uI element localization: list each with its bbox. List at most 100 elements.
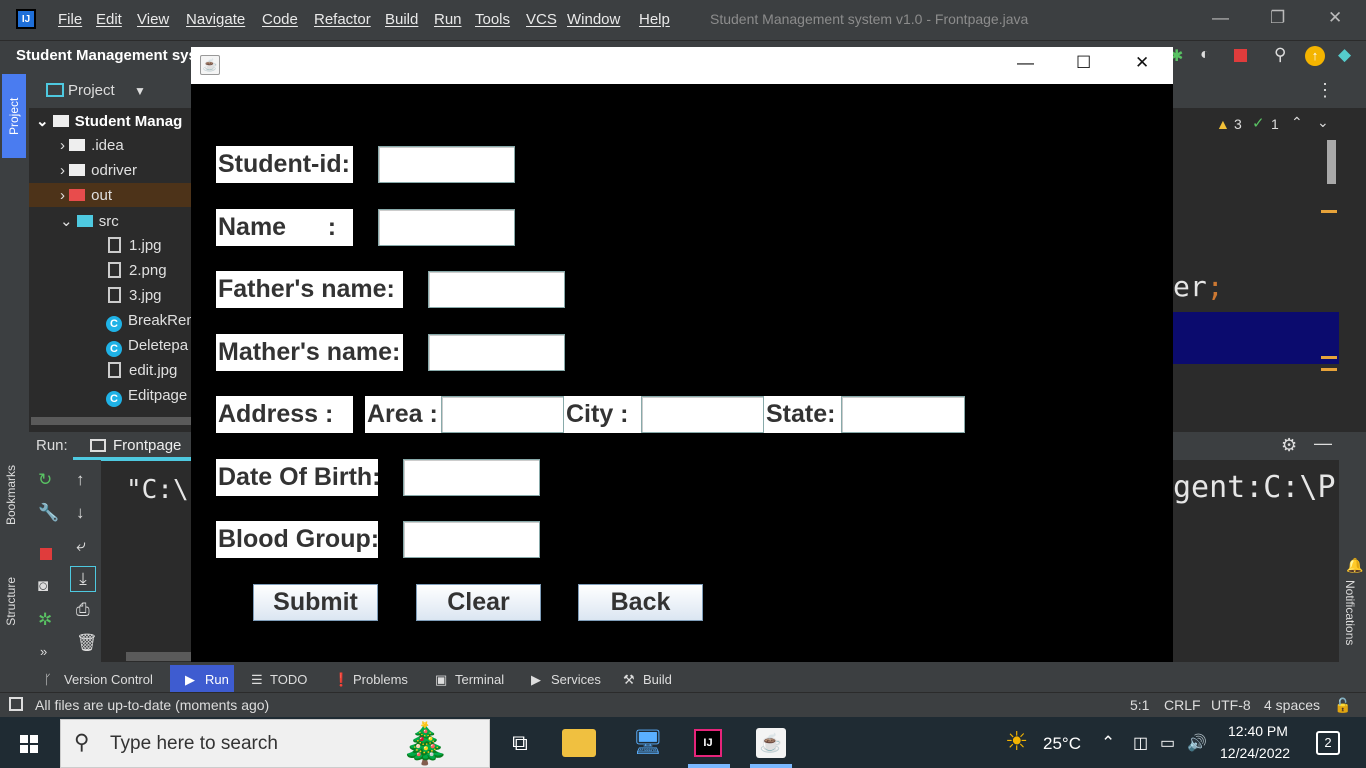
- tool-build[interactable]: Build: [643, 672, 672, 687]
- notification-center-icon[interactable]: 2: [1316, 731, 1340, 755]
- jetbrains-logo-icon[interactable]: ◆: [1338, 45, 1351, 65]
- chevron-up-icon[interactable]: ⌃: [1291, 114, 1303, 131]
- menu-code[interactable]: Code: [262, 11, 298, 28]
- side-tab-structure[interactable]: Structure: [4, 577, 18, 626]
- tree-file-editjpg[interactable]: edit.jpg: [108, 362, 177, 379]
- ide-restore-icon[interactable]: ❐: [1270, 8, 1285, 28]
- soft-wrap-icon[interactable]: ⤶: [76, 536, 86, 556]
- clear-button[interactable]: Clear: [416, 584, 541, 621]
- city-field[interactable]: [641, 396, 764, 433]
- file-encoding[interactable]: UTF-8: [1211, 697, 1251, 713]
- wrench-icon[interactable]: 🔧: [38, 503, 59, 523]
- side-tab-notifications[interactable]: Notifications: [1343, 580, 1357, 645]
- menu-edit[interactable]: Edit: [96, 11, 122, 28]
- line-separator[interactable]: CRLF: [1164, 697, 1201, 713]
- blood-group-field[interactable]: [403, 521, 540, 558]
- camera-icon[interactable]: ◙: [38, 576, 48, 596]
- menu-run[interactable]: Run: [434, 11, 462, 28]
- menu-refactor[interactable]: Refactor: [314, 11, 371, 28]
- windows-start-icon[interactable]: [12, 727, 42, 757]
- side-tab-bookmarks[interactable]: Bookmarks: [4, 465, 18, 525]
- tree-file-3jpg[interactable]: 3.jpg: [108, 287, 162, 304]
- java-taskbar-icon[interactable]: ☕: [756, 728, 786, 758]
- menu-vcs[interactable]: VCS: [526, 11, 557, 28]
- tree-class-deletepa[interactable]: C Deletepa: [106, 337, 188, 357]
- project-panel-label[interactable]: Project: [68, 82, 115, 99]
- tool-terminal[interactable]: Terminal: [455, 672, 504, 687]
- tool-todo[interactable]: TODO: [270, 672, 307, 687]
- swing-minimize-icon[interactable]: —: [1017, 53, 1034, 73]
- tree-out[interactable]: › out: [60, 187, 112, 204]
- rerun-icon[interactable]: ↻: [38, 470, 52, 490]
- project-breadcrumb[interactable]: Student Management sys: [16, 47, 197, 64]
- editor-scrollbar[interactable]: [1327, 140, 1336, 184]
- swing-close-icon[interactable]: ✕: [1135, 53, 1149, 73]
- coverage-icon[interactable]: ◐: [1200, 46, 1210, 64]
- tree-src[interactable]: ⌄ src: [60, 212, 119, 230]
- state-field[interactable]: [841, 396, 965, 433]
- chevron-down-icon[interactable]: ⌄: [1317, 114, 1329, 131]
- ide-close-icon[interactable]: ✕: [1328, 8, 1342, 28]
- tool-run[interactable]: Run: [205, 672, 229, 687]
- weather-temperature[interactable]: 25°C: [1043, 734, 1081, 754]
- menu-navigate[interactable]: Navigate: [186, 11, 245, 28]
- arrow-up-icon[interactable]: ↑: [76, 470, 85, 490]
- run-tab-frontpage[interactable]: Frontpage: [113, 437, 181, 454]
- stop-icon[interactable]: [40, 548, 52, 560]
- menu-window[interactable]: Window: [567, 11, 620, 28]
- meet-now-icon[interactable]: ◫: [1133, 733, 1148, 753]
- submit-button[interactable]: Submit: [253, 584, 378, 621]
- tree-odriver[interactable]: › odriver: [60, 162, 137, 179]
- search-icon[interactable]: ⚲: [1274, 45, 1286, 65]
- tool-version-control[interactable]: Version Control: [64, 672, 153, 687]
- debug-icon[interactable]: ✲: [38, 610, 52, 630]
- tool-problems[interactable]: Problems: [353, 672, 408, 687]
- remote-desktop-icon[interactable]: 🖥: [628, 725, 668, 761]
- trash-icon[interactable]: 🗑: [76, 633, 98, 653]
- weather-sun-icon[interactable]: ☀: [1005, 726, 1028, 757]
- lock-icon[interactable]: 🔓: [1334, 697, 1351, 714]
- mother-name-field[interactable]: [428, 334, 565, 371]
- swing-maximize-icon[interactable]: ☐: [1076, 53, 1091, 73]
- name-field[interactable]: [378, 209, 515, 246]
- caret-position[interactable]: 5:1: [1130, 697, 1149, 713]
- console-scrollbar[interactable]: [126, 652, 191, 661]
- student-id-field[interactable]: [378, 146, 515, 183]
- indent-setting[interactable]: 4 spaces: [1264, 697, 1320, 713]
- ide-minimize-icon[interactable]: —: [1212, 8, 1229, 28]
- menu-build[interactable]: Build: [385, 11, 418, 28]
- gear-icon[interactable]: ⚙: [1281, 435, 1297, 456]
- tree-file-1jpg[interactable]: 1.jpg: [108, 237, 162, 254]
- tool-services[interactable]: Services: [551, 672, 601, 687]
- clock-date[interactable]: 12/24/2022: [1220, 745, 1290, 761]
- arrow-down-icon[interactable]: ↓: [76, 503, 85, 523]
- more-options-icon[interactable]: ⋮: [1316, 80, 1334, 101]
- print-icon[interactable]: ⎙: [76, 600, 90, 620]
- bell-icon[interactable]: 🔔: [1346, 557, 1363, 574]
- intellij-taskbar-icon[interactable]: IJ: [694, 729, 722, 757]
- dob-field[interactable]: [403, 459, 540, 496]
- father-name-field[interactable]: [428, 271, 565, 308]
- area-field[interactable]: [441, 396, 564, 433]
- menu-view[interactable]: View: [137, 11, 169, 28]
- stop-icon[interactable]: [1234, 49, 1247, 62]
- clock-time[interactable]: 12:40 PM: [1228, 723, 1288, 739]
- check-icon[interactable]: ✓: [1252, 114, 1265, 132]
- back-button[interactable]: Back: [578, 584, 703, 621]
- warning-icon[interactable]: ▲: [1216, 116, 1230, 132]
- update-icon[interactable]: ↑: [1305, 46, 1325, 66]
- chevron-up-icon[interactable]: ⌃: [1101, 733, 1115, 753]
- task-view-icon[interactable]: ⧉: [500, 725, 540, 761]
- file-explorer-icon[interactable]: [562, 729, 596, 757]
- tree-class-editpage[interactable]: C Editpage: [106, 387, 187, 407]
- menu-tools[interactable]: Tools: [475, 11, 510, 28]
- project-scrollbar[interactable]: [31, 417, 191, 425]
- side-tab-project[interactable]: Project: [2, 74, 26, 158]
- more-icon[interactable]: »: [40, 644, 47, 659]
- chevron-down-icon[interactable]: ▼: [134, 84, 146, 98]
- tree-file-2png[interactable]: 2.png: [108, 262, 167, 279]
- menu-file[interactable]: File: [58, 11, 82, 28]
- scroll-to-end-icon[interactable]: ⤓: [70, 566, 96, 592]
- volume-icon[interactable]: 🔊: [1187, 733, 1207, 753]
- panel-toggle-icon[interactable]: [9, 697, 23, 711]
